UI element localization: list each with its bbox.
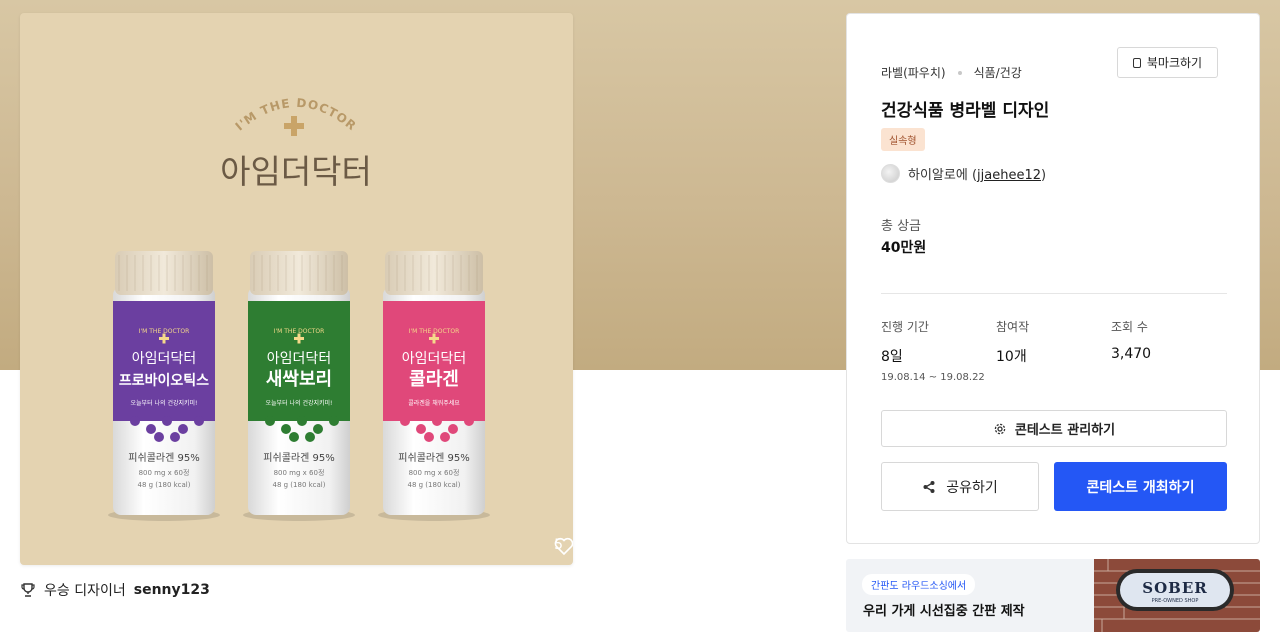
bottle-cap	[115, 251, 213, 295]
contest-title: 건강식품 병라벨 디자인	[881, 101, 1050, 121]
host-id-link[interactable]: jjaehee12	[977, 168, 1041, 183]
heart-icon	[554, 537, 573, 555]
bookmark-icon	[1132, 57, 1141, 68]
period-range: 19.08.14 ~ 19.08.22	[881, 372, 985, 383]
bottle-brand-kr: 아임더닥터	[267, 351, 331, 367]
bottle-product-name: 새싹보리	[266, 369, 332, 390]
bottle-spec-1: 800 mg x 60정	[139, 468, 190, 477]
bottle-main-spec: 피쉬콜라겐 95%	[398, 452, 469, 464]
bottle-spec-2: 48 g (180 kcal)	[138, 481, 191, 489]
open-label: 콘테스트 개최하기	[1086, 479, 1195, 496]
views-label: 조회 수	[1111, 320, 1148, 334]
entries-label: 참여작	[996, 320, 1030, 334]
stat-entries: 참여작 10개	[996, 318, 1029, 366]
share-label: 공유하기	[946, 479, 998, 496]
winner-designer: 우승 디자이너 senny123	[20, 580, 210, 600]
bookmark-button[interactable]: 북마크하기	[1117, 47, 1218, 78]
host-name: 하이알로에	[908, 168, 968, 183]
ad-pill: 간판도 라우드소싱에서	[862, 574, 976, 595]
contest-image[interactable]: I'M THE DOCTOR 아임더닥터 I'M THE DOCTOR 아임더닥터…	[20, 13, 573, 565]
like-button[interactable]: 5	[554, 537, 573, 555]
ad-text: 우리 가게 시선집중 간판 제작	[863, 604, 1025, 619]
bottle-slogan: 콜라겐을 채워주세요	[408, 399, 460, 407]
winner-label: 우승 디자이너	[44, 583, 126, 599]
sign-text: SOBER	[1142, 579, 1207, 597]
divider	[881, 293, 1227, 294]
prize-label: 총 상금	[881, 219, 922, 234]
gear-icon	[994, 423, 1006, 434]
bottle: I'M THE DOCTOR아임더닥터콜라겐콜라겐을 채워주세요피쉬콜라겐 95…	[378, 251, 490, 521]
share-button[interactable]: 공유하기	[881, 462, 1039, 511]
avatar	[881, 164, 900, 183]
manage-contest-button[interactable]: 콘테스트 관리하기	[881, 410, 1227, 447]
product-artwork: I'M THE DOCTOR 아임더닥터 I'M THE DOCTOR아임더닥터…	[108, 96, 490, 521]
entries-value: 10개	[996, 349, 1027, 365]
stat-views: 조회 수 3,470	[1111, 318, 1151, 362]
bottle: I'M THE DOCTOR아임더닥터새싹보리오늘부터 나의 건강지키미!피쉬콜…	[243, 251, 355, 521]
bottle-main-spec: 피쉬콜라겐 95%	[128, 452, 199, 464]
bottle-spec-2: 48 g (180 kcal)	[273, 481, 326, 489]
breadcrumb: 라벨(파우치) 식품/건강	[881, 64, 1022, 81]
bottle-brand-kr: 아임더닥터	[132, 351, 196, 367]
bottle-main-spec: 피쉬콜라겐 95%	[263, 452, 334, 464]
period-value: 8일	[881, 349, 903, 365]
sign-subtext: PRE-OWNED SHOP	[1152, 598, 1199, 604]
trophy-icon	[21, 583, 35, 597]
breadcrumb-category[interactable]: 라벨(파우치)	[881, 64, 946, 81]
bottle: I'M THE DOCTOR아임더닥터프로바이오틱스오늘부터 나의 건강지키미!…	[108, 251, 220, 521]
bottle-product-name: 프로바이오틱스	[119, 372, 209, 389]
host: 하이알로에 (jjaehee12)	[881, 164, 1046, 183]
bottle-cap	[250, 251, 348, 295]
bookmark-label: 북마크하기	[1146, 56, 1203, 70]
bottle-cap	[385, 251, 483, 295]
breadcrumb-subcategory[interactable]: 식품/건강	[974, 64, 1022, 81]
views-value: 3,470	[1111, 346, 1152, 362]
breadcrumb-separator	[957, 70, 962, 75]
plus-icon	[284, 116, 304, 136]
share-icon	[923, 480, 935, 493]
open-contest-button[interactable]: 콘테스트 개최하기	[1054, 462, 1227, 511]
bottle-spec-1: 800 mg x 60정	[274, 468, 325, 477]
stat-period: 진행 기간 8일 19.08.14 ~ 19.08.22	[881, 318, 985, 383]
manage-label: 콘테스트 관리하기	[1014, 423, 1116, 438]
bottle-slogan: 오늘부터 나의 건강지키미!	[266, 399, 333, 407]
period-label: 진행 기간	[881, 320, 929, 334]
bottle-spec-2: 48 g (180 kcal)	[408, 481, 461, 489]
ad-signboard-image: SOBER PRE-OWNED SHOP	[1094, 559, 1260, 632]
brand-kr-title: 아임더닥터	[220, 152, 372, 191]
prize-value: 40만원	[881, 240, 927, 256]
bottle-brand-kr: 아임더닥터	[402, 351, 466, 367]
bottle-slogan: 오늘부터 나의 건강지키미!	[131, 399, 198, 407]
ad-banner[interactable]: 간판도 라우드소싱에서 우리 가게 시선집중 간판 제작 SOBER PRE-O…	[846, 559, 1260, 632]
plan-tag: 실속형	[881, 128, 925, 151]
bottle-product-name: 콜라겐	[409, 369, 459, 390]
winner-name[interactable]: senny123	[134, 582, 210, 598]
bottle-spec-1: 800 mg x 60정	[409, 468, 460, 477]
contest-info-card: 라벨(파우치) 식품/건강 북마크하기 건강식품 병라벨 디자인 실속형 하이알…	[846, 13, 1260, 544]
